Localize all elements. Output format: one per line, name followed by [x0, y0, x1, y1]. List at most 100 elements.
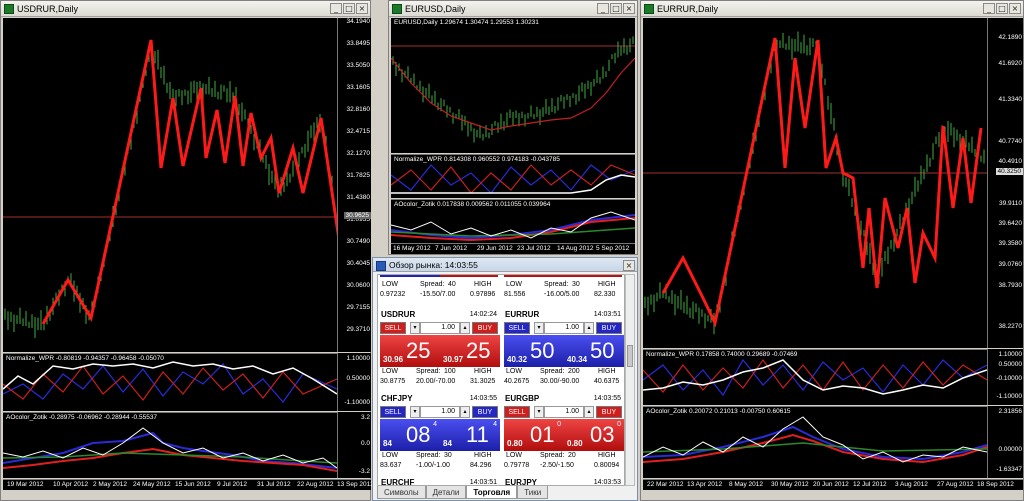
y-tick: -1.63347 — [996, 466, 1022, 473]
tab-details[interactable]: Детали — [425, 486, 467, 499]
lot-decrease-arrow[interactable]: ▾ — [534, 406, 544, 418]
x-tick: 8 May 2012 — [729, 481, 763, 488]
vertical-scrollbar[interactable] — [625, 274, 635, 486]
eurusd-titlebar[interactable]: EURUSD,Daily _ □ × — [389, 1, 637, 17]
sell-button[interactable]: SELL — [380, 322, 406, 334]
market-watch-title: Обзор рынка: 14:03:55 — [389, 260, 478, 270]
bid-price-fraction: 0 — [557, 421, 561, 428]
maximize-button[interactable]: □ — [343, 3, 355, 14]
y-tick: 0.00000 — [998, 446, 1023, 453]
low-value: 0.79778 — [504, 462, 530, 469]
buy-button[interactable]: BUY — [596, 406, 622, 418]
lot-increase-arrow[interactable]: ▴ — [584, 406, 594, 418]
indicator-label: Normalize_WPR -0.80819 -0.94357 -0.96458… — [6, 355, 164, 362]
market-watch-window[interactable]: Обзор рынка: 14:03:55 × LOW Spread: 40 H… — [372, 257, 638, 501]
usdrur-titlebar[interactable]: USDRUR,Daily _ □ × — [1, 1, 370, 17]
ask-price-prefix: 30.97 — [443, 355, 464, 364]
spread-value: 40 — [448, 281, 456, 288]
ao-indicator-pane[interactable]: AOcolor_Zotik 0.20072 0.21013 -0.00750 0… — [643, 406, 987, 478]
lot-size-input[interactable]: 1.00 — [544, 406, 584, 418]
price-pane[interactable]: EURUSD,Daily 1.29674 1.30474 1.29553 1.3… — [391, 18, 635, 153]
buy-button[interactable]: BUY — [472, 322, 498, 334]
ask-price[interactable]: 84 11 4 — [440, 419, 500, 451]
bid-price[interactable]: 30.96 25 — [380, 335, 440, 367]
y-tick: 33.5050 — [346, 62, 371, 69]
y-tick: 0.0 — [360, 440, 370, 447]
y-tick: 31.7825 — [346, 172, 371, 179]
lot-size-input[interactable]: 1.00 — [420, 406, 460, 418]
lot-size-input[interactable]: 1.00 — [544, 322, 584, 334]
sell-button[interactable]: SELL — [504, 322, 530, 334]
lot-increase-arrow[interactable]: ▴ — [584, 322, 594, 334]
low-label: LOW — [382, 281, 398, 288]
lot-decrease-arrow[interactable]: ▾ — [534, 322, 544, 334]
minimize-button[interactable]: _ — [330, 3, 342, 14]
ask-price[interactable]: 40.34 50 — [564, 335, 624, 367]
ask-price[interactable]: 0.80 03 0 — [564, 419, 624, 451]
ask-price-prefix: 40.34 — [567, 355, 588, 364]
quote-tile-eurrur[interactable]: EURRUR 14:03:51 SELL ▾ 1.00 ▴ BUY 40.32 … — [502, 309, 624, 391]
close-button[interactable]: × — [623, 260, 635, 271]
eurrur-chart-window[interactable]: EURRUR,Daily _ □ × 42.1890 41.6920 41.33… — [640, 0, 1024, 501]
close-button[interactable]: × — [356, 3, 368, 14]
quote-tile-eurgbp[interactable]: EURGBP 14:03:55 SELL ▾ 1.00 ▴ BUY 0.80 0… — [502, 393, 624, 475]
quote-tile-eurchf[interactable]: EURCHF 14:03:51 — [378, 477, 500, 485]
minimize-button[interactable]: _ — [597, 3, 609, 14]
buy-button[interactable]: BUY — [596, 322, 622, 334]
sell-button[interactable]: SELL — [380, 406, 406, 418]
quote-tile-eurjpy[interactable]: EURJPY 14:03:53 — [502, 477, 624, 485]
bid-price[interactable]: 0.80 01 0 — [504, 419, 564, 451]
quote-tile-partial[interactable]: LOW Spread: 40 HIGH 0.97232 -15.50/7.00 … — [378, 275, 500, 307]
eurrur-titlebar[interactable]: EURRUR,Daily _ □ × — [641, 1, 1023, 17]
y-tick: 42.1890 — [998, 34, 1023, 41]
maximize-button[interactable]: □ — [610, 3, 622, 14]
wpr-indicator-pane[interactable]: Normalize_WPR 0.17858 0.74000 0.29689 -0… — [643, 349, 987, 405]
bid-price-pips: 25 — [406, 338, 431, 363]
wpr-indicator-pane[interactable]: Normalize_WPR 0.814308 0.960552 0.974183… — [391, 154, 635, 198]
bid-price[interactable]: 84 08 4 — [380, 419, 440, 451]
low-label: LOW — [382, 452, 398, 459]
close-button[interactable]: × — [623, 3, 635, 14]
wpr-indicator-pane[interactable]: Normalize_WPR -0.80819 -0.94357 -0.96458… — [3, 353, 337, 411]
maximize-button[interactable]: □ — [996, 3, 1008, 14]
market-watch-titlebar[interactable]: Обзор рынка: 14:03:55 × — [373, 258, 637, 272]
y-tick: 39.0760 — [998, 261, 1023, 268]
bid-price-pips: 08 — [406, 422, 431, 447]
bid-price[interactable]: 40.32 50 — [504, 335, 564, 367]
price-pane[interactable] — [643, 18, 987, 348]
y-tick: 32.8160 — [346, 106, 371, 113]
ask-price-prefix: 84 — [443, 439, 452, 448]
sell-button[interactable]: SELL — [504, 406, 530, 418]
lot-increase-arrow[interactable]: ▴ — [460, 322, 470, 334]
quote-tile-chfjpy[interactable]: CHFJPY 14:03:55 SELL ▾ 1.00 ▴ BUY 84 08 … — [378, 393, 500, 475]
x-tick: 27 Aug 2012 — [937, 481, 974, 488]
symbol-name: CHFJPY — [381, 394, 413, 403]
usdrur-chart-window[interactable]: USDRUR,Daily _ □ × 34.1940 33.8495 33.50… — [0, 0, 374, 501]
low-value: 81.556 — [504, 291, 526, 298]
buy-button[interactable]: BUY — [472, 406, 498, 418]
tab-symbols[interactable]: Символы — [377, 486, 426, 499]
time-axis: 19 Mar 2012 10 Apr 2012 2 May 2012 24 Ma… — [3, 479, 374, 490]
quote-tile-usdrur[interactable]: USDRUR 14:02:24 SELL ▾ 1.00 ▴ BUY 30.96 … — [378, 309, 500, 391]
y-tick: -1.10000 — [344, 399, 370, 406]
x-tick: 2 May 2012 — [93, 481, 127, 488]
minimize-button[interactable]: _ — [983, 3, 995, 14]
price-pane[interactable] — [3, 18, 337, 352]
lot-size-input[interactable]: 1.00 — [420, 322, 460, 334]
lot-increase-arrow[interactable]: ▴ — [460, 406, 470, 418]
eurusd-chart-window[interactable]: EURUSD,Daily _ □ × EURUSD,Daily 1.29674 … — [388, 0, 638, 255]
close-button[interactable]: × — [1009, 3, 1021, 14]
symbol-name: EURGBP — [505, 394, 540, 403]
quote-tile-partial[interactable]: LOW Spread: 30 HIGH 81.556 -16.00/5.00 8… — [502, 275, 624, 307]
ao-indicator-pane[interactable]: AOcolor_Zotik 0.017838 0.009562 0.011055… — [391, 199, 635, 243]
lot-decrease-arrow[interactable]: ▾ — [410, 322, 420, 334]
price-axis: 34.1940 33.8495 33.5050 33.1605 32.8160 … — [337, 18, 371, 352]
tab-trading[interactable]: Торговля — [466, 486, 518, 499]
scrollbar-thumb[interactable] — [627, 345, 633, 367]
ask-price[interactable]: 30.97 25 — [440, 335, 500, 367]
market-watch-tabs: Символы Детали Торговля Тики — [377, 486, 549, 500]
ao-indicator-pane[interactable]: AOcolor_Zotik -0.28975 -0.06962 -0.28944… — [3, 412, 337, 478]
tab-ticks[interactable]: Тики — [517, 486, 549, 499]
lot-decrease-arrow[interactable]: ▾ — [410, 406, 420, 418]
y-tick: 41.3340 — [998, 96, 1023, 103]
